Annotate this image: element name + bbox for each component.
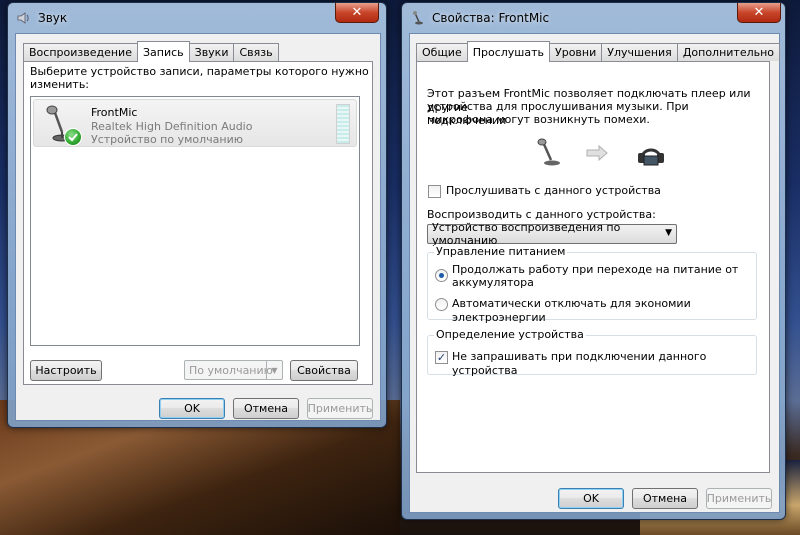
continue-on-battery-radio[interactable] [435,269,448,282]
listen-tab-panel: Этот разъем FrontMic позволяет подключат… [416,61,770,473]
device-driver: Realtek High Definition Audio [91,120,253,133]
listen-checkbox-label[interactable]: Прослушивать с данного устройства [446,184,661,198]
tab-listen[interactable]: Прослушать [466,41,551,62]
device-detection-group: Определение устройства ✓ Не запрашивать … [427,328,757,378]
playback-device-dropdown[interactable]: Устройство воспроизведения по умолчанию … [427,221,677,247]
list-item-frontmic[interactable]: FrontMic Realtek High Definition Audio У… [33,99,357,147]
listen-illustration [535,138,675,170]
chevron-down-icon: ▼ [665,228,672,238]
green-check-icon [64,128,82,146]
tab-sounds[interactable]: Звуки [188,43,235,61]
continue-on-battery-label-line2[interactable]: аккумулятора [452,276,534,290]
sound-tabs: Воспроизведение Запись Звуки Связь [23,41,279,62]
tab-levels[interactable]: Уровни [549,43,603,61]
microphone-small-icon [410,10,426,26]
recording-instruction-line2: изменить: [30,78,90,91]
chevron-down-icon: ▼ [266,361,282,379]
sound-window-titlebar[interactable]: Звук [8,3,386,33]
sound-ok-button[interactable]: OK [159,398,225,419]
recording-instruction-line1: Выберите устройство записи, параметры ко… [30,65,369,78]
listen-checkbox[interactable] [428,185,441,198]
playback-device-value: Устройство воспроизведения по умолчанию [432,221,621,247]
tab-communications[interactable]: Связь [233,43,279,61]
set-default-dropdown[interactable]: По умолчанию ▼ [184,360,283,380]
tab-general[interactable]: Общие [416,43,468,61]
continue-on-battery-label-line1[interactable]: Продолжать работу при переходе на питани… [452,263,738,277]
device-status: Устройство по умолчанию [91,133,244,146]
tab-advanced[interactable]: Дополнительно [676,43,781,61]
sound-window-title: Звук [38,11,68,25]
do-not-prompt-label[interactable]: Не запрашивать при подключении данного у… [452,350,756,378]
tab-recording[interactable]: Запись [136,41,190,62]
tab-playback[interactable]: Воспроизведение [23,43,138,61]
sound-window-client: Воспроизведение Запись Звуки Связь Выбер… [15,33,381,421]
recording-tab-panel: Выберите устройство записи, параметры ко… [23,61,373,385]
sound-window-close-button[interactable]: ✕ [335,3,379,23]
do-not-prompt-checkbox[interactable]: ✓ [435,351,448,364]
auto-disable-label[interactable]: Автоматически отключать для экономии эле… [452,297,756,325]
set-default-label: По умолчанию [189,363,273,377]
sound-window: Звук ✕ Воспроизведение Запись Звуки Связ… [7,2,387,428]
properties-ok-button[interactable]: OK [558,488,624,509]
sound-apply-button[interactable]: Применить [307,398,373,419]
speaker-icon [16,10,32,26]
properties-window: Свойства: FrontMic ✕ Общие Прослушать Ур… [401,2,786,520]
properties-button[interactable]: Свойства [290,360,358,381]
sound-cancel-button[interactable]: Отмена [233,398,299,419]
microphone-icon [535,138,565,171]
power-management-title: Управление питанием [434,245,568,258]
properties-apply-button[interactable]: Применить [706,488,772,509]
properties-window-client: Общие Прослушать Уровни Улучшения Дополн… [409,33,781,513]
headphones-icon [635,138,667,171]
configure-button[interactable]: Настроить [30,360,102,381]
playback-label: Воспроизводить с данного устройства: [427,208,656,221]
tab-enhancements[interactable]: Улучшения [601,43,678,61]
arrow-right-icon [585,144,609,165]
device-detection-title: Определение устройства [434,328,586,341]
input-level-meter [336,104,350,144]
power-management-group: Управление питанием Продолжать работу пр… [427,245,757,324]
properties-window-close-button[interactable]: ✕ [737,3,781,23]
properties-window-titlebar[interactable]: Свойства: FrontMic [402,3,785,33]
auto-disable-radio[interactable] [435,298,448,311]
recording-device-list[interactable]: FrontMic Realtek High Definition Audio У… [30,96,360,346]
properties-cancel-button[interactable]: Отмена [632,488,698,509]
listen-description-line3: микрофона могут возникнуть помехи. [427,113,650,126]
properties-window-title: Свойства: FrontMic [432,11,550,25]
device-name: FrontMic [91,106,138,119]
properties-tabs: Общие Прослушать Уровни Улучшения Дополн… [416,41,781,62]
